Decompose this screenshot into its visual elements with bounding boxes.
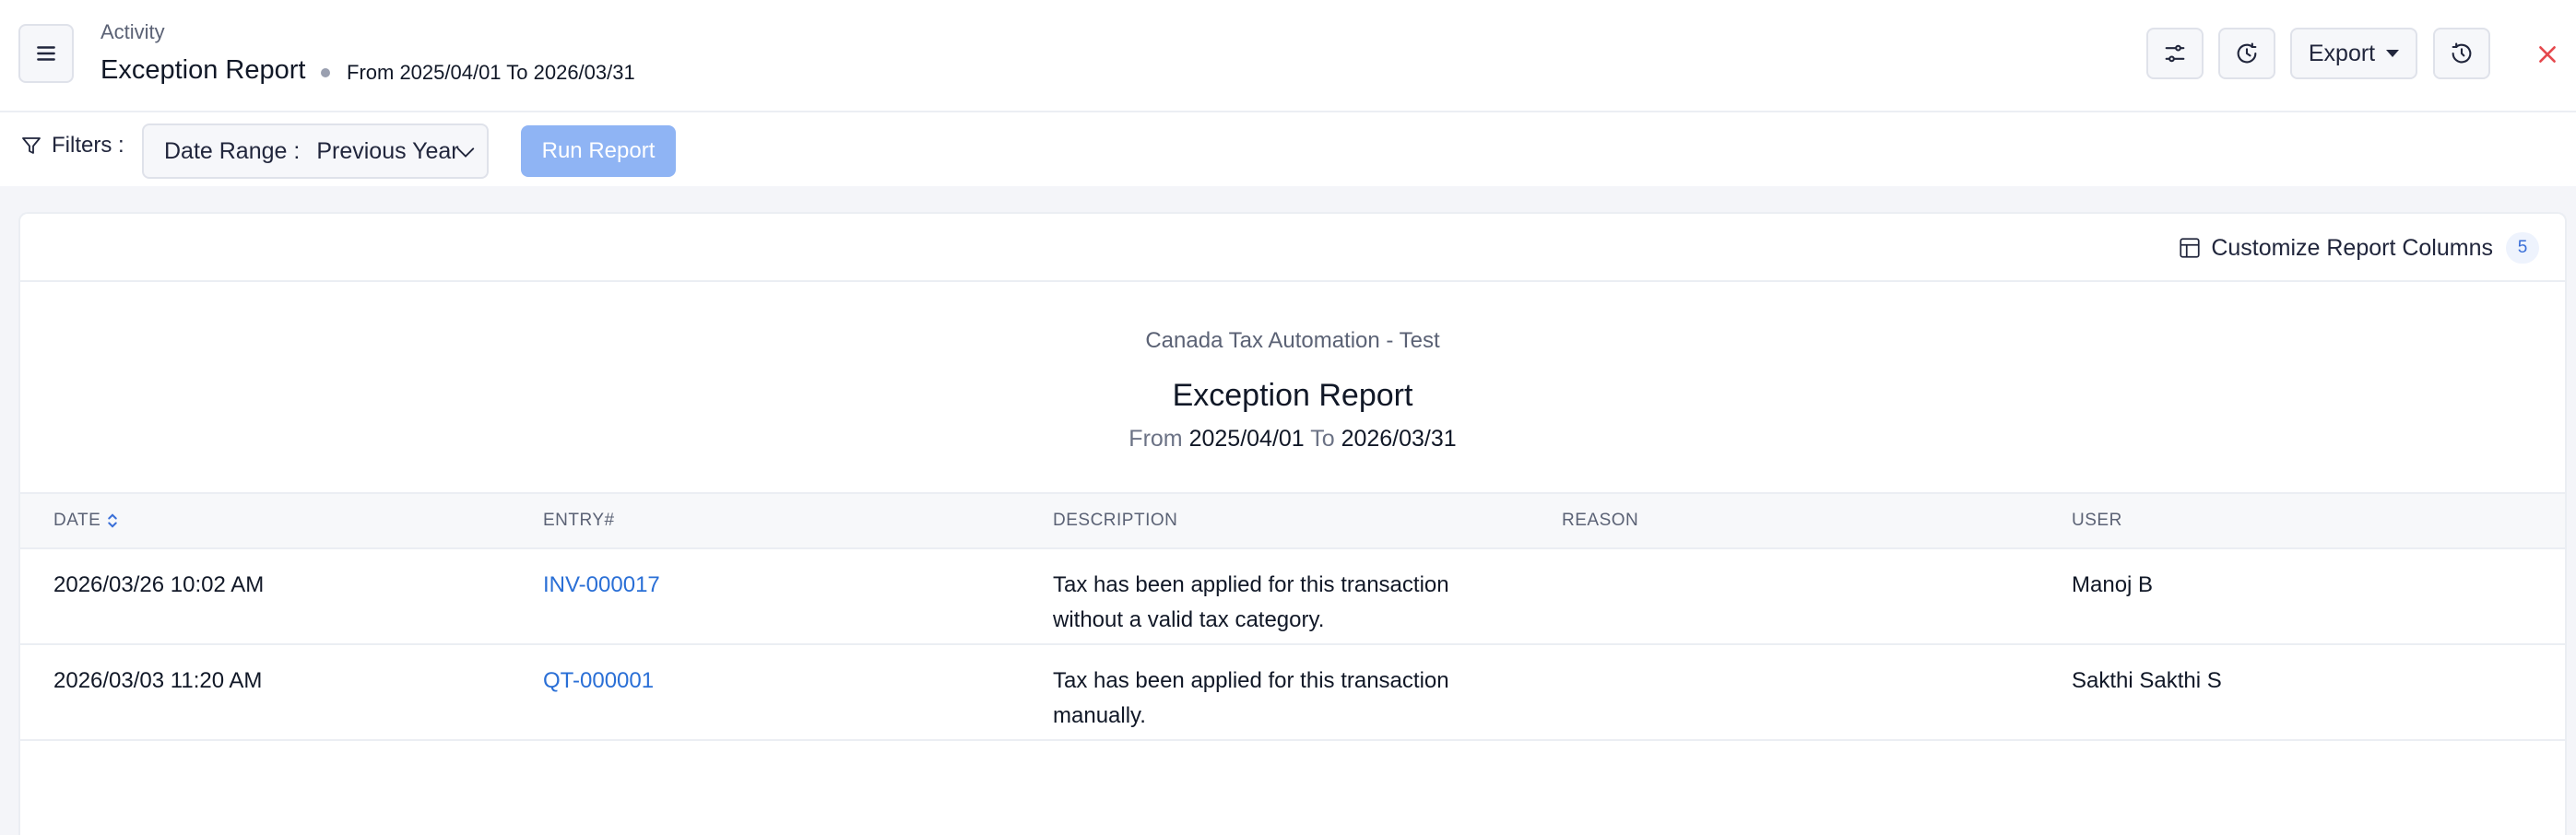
breadcrumb: Activity <box>100 20 165 43</box>
column-label: DATE <box>53 511 101 530</box>
entry-link[interactable]: QT-000001 <box>543 664 654 699</box>
table-header: DATE ENTRY# DESCRIPTION REASON USER <box>20 492 2565 549</box>
table-row: 2026/03/26 10:02 AM INV-000017 Tax has b… <box>20 549 2565 645</box>
customize-columns-label: Customize Report Columns <box>2211 234 2493 261</box>
to-date: 2026/03/31 <box>1341 426 1457 452</box>
sort-icon <box>108 513 118 528</box>
history-icon <box>2452 42 2472 64</box>
date-range-select[interactable]: Date Range : Previous Year <box>142 123 489 179</box>
column-header-description: DESCRIPTION <box>1053 511 1178 530</box>
date-range-value: Previous Year <box>316 137 459 164</box>
column-header-user: USER <box>2072 511 2122 530</box>
export-label: Export <box>2308 40 2376 66</box>
close-icon[interactable] <box>2535 42 2559 66</box>
separator-dot <box>321 68 330 77</box>
to-label: To <box>1310 426 1335 452</box>
description-cell: Tax has been applied for this transactio… <box>1053 572 1449 632</box>
report-settings-button[interactable] <box>2146 28 2204 79</box>
schedule-report-button[interactable] <box>2218 28 2275 79</box>
page-title: Exception Report <box>100 55 306 85</box>
column-header-date[interactable]: DATE <box>53 511 119 531</box>
chevron-down-icon <box>456 147 475 158</box>
menu-button[interactable] <box>18 24 74 83</box>
entry-link[interactable]: INV-000017 <box>543 568 660 603</box>
organization-name: Canada Tax Automation - Test <box>1145 328 1440 353</box>
user-cell: Manoj B <box>2072 572 2154 597</box>
export-button[interactable]: Export <box>2290 28 2417 79</box>
page-header: Activity Exception Report From 2025/04/0… <box>0 0 2576 112</box>
refresh-clock-icon <box>2237 42 2257 64</box>
menu-icon <box>37 46 55 61</box>
report-title: Exception Report <box>1172 378 1413 413</box>
date-cell: 2026/03/03 11:20 AM <box>53 668 263 693</box>
history-button[interactable] <box>2433 28 2490 79</box>
column-count-badge: 5 <box>2506 232 2539 264</box>
description-cell: Tax has been applied for this transactio… <box>1053 668 1449 728</box>
from-label: From <box>1128 426 1183 452</box>
report-date-range: From 2025/04/01 To 2026/03/31 <box>20 426 2565 453</box>
sliders-icon <box>2165 44 2185 63</box>
filter-bar: Filters : Date Range : Previous Year Run… <box>0 112 2576 186</box>
column-header-entry: ENTRY# <box>543 511 615 530</box>
filters-label: Filters : <box>20 133 124 159</box>
filters-text: Filters : <box>52 133 124 158</box>
report-period: From 2025/04/01 To 2026/03/31 <box>347 61 635 84</box>
user-cell: Sakthi Sakthi S <box>2072 668 2222 693</box>
table-row: 2026/03/03 11:20 AM QT-000001 Tax has be… <box>20 645 2565 741</box>
columns-icon <box>2180 238 2200 258</box>
filter-icon <box>22 137 41 154</box>
date-cell: 2026/03/26 10:02 AM <box>53 572 265 597</box>
run-report-button[interactable]: Run Report <box>521 125 676 177</box>
report-card: Customize Report Columns 5 Canada Tax Au… <box>18 212 2567 835</box>
column-header-reason: REASON <box>1562 511 1639 530</box>
report-toolbar: Customize Report Columns 5 <box>20 214 2565 282</box>
date-range-label: Date Range : <box>164 137 301 164</box>
caret-down-icon <box>2386 50 2400 57</box>
from-date: 2025/04/01 <box>1188 426 1305 452</box>
customize-columns-button[interactable]: Customize Report Columns 5 <box>2178 232 2539 264</box>
